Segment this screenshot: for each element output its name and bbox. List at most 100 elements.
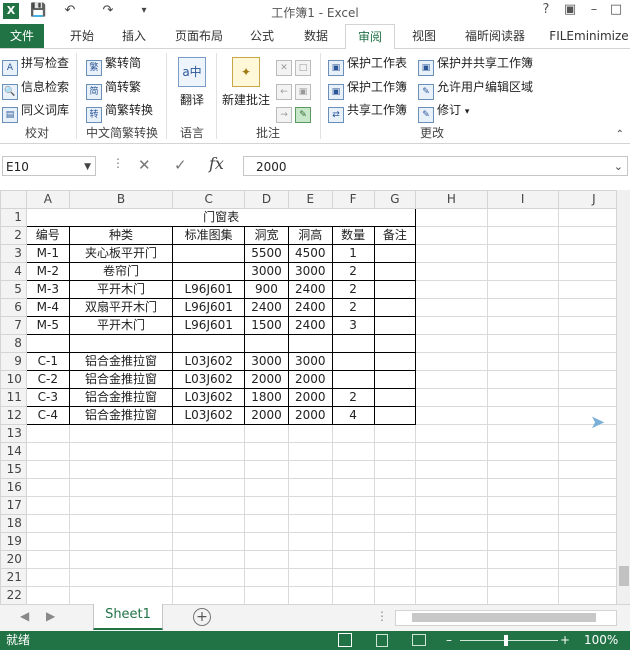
cell[interactable]: M-3: [25, 280, 70, 299]
cell[interactable]: 种类: [68, 226, 174, 245]
cell[interactable]: 数量: [331, 226, 375, 245]
column-header[interactable]: A: [25, 190, 70, 209]
row-header[interactable]: 16: [0, 478, 27, 497]
row-header[interactable]: 14: [0, 442, 27, 461]
column-header[interactable]: C: [172, 190, 246, 209]
cell[interactable]: 卷帘门: [68, 262, 174, 281]
column-header[interactable]: H: [415, 190, 488, 209]
cell[interactable]: [244, 550, 289, 569]
cell[interactable]: [415, 316, 488, 335]
cell[interactable]: [486, 406, 559, 425]
cell[interactable]: [172, 424, 246, 443]
cell[interactable]: 1800: [244, 388, 289, 407]
tab-fileminimizer[interactable]: FILEminimize: [548, 24, 630, 48]
cell[interactable]: [373, 442, 417, 461]
cell[interactable]: [244, 478, 289, 497]
cell[interactable]: [415, 244, 488, 263]
cell[interactable]: L03J602: [172, 370, 246, 389]
cell[interactable]: [68, 550, 174, 569]
insert-function-icon[interactable]: fx: [209, 154, 224, 173]
cell[interactable]: [486, 568, 559, 587]
cell[interactable]: 2000: [287, 370, 333, 389]
cell[interactable]: [287, 532, 333, 551]
cell[interactable]: L03J602: [172, 388, 246, 407]
cell[interactable]: [373, 298, 417, 317]
cell[interactable]: 2: [331, 262, 375, 281]
cell[interactable]: [373, 586, 417, 604]
cell[interactable]: 1: [331, 244, 375, 263]
cell[interactable]: 洞高: [287, 226, 333, 245]
cell[interactable]: 900: [244, 280, 289, 299]
cancel-icon[interactable]: ✕: [138, 156, 151, 174]
cell[interactable]: [415, 496, 488, 515]
cell[interactable]: C-4: [25, 406, 70, 425]
cell[interactable]: [172, 550, 246, 569]
cell[interactable]: [331, 370, 375, 389]
cell[interactable]: [331, 478, 375, 497]
cell[interactable]: 2: [331, 280, 375, 299]
cell[interactable]: [244, 424, 289, 443]
cell[interactable]: [373, 316, 417, 335]
cell[interactable]: [415, 280, 488, 299]
cell[interactable]: 铝合金推拉窗: [68, 370, 174, 389]
enter-icon[interactable]: ✓: [174, 156, 187, 174]
tab-data[interactable]: 数据: [298, 24, 334, 48]
cell[interactable]: [373, 334, 417, 353]
row-header[interactable]: 10: [0, 370, 27, 389]
cell[interactable]: 2000: [287, 388, 333, 407]
cell[interactable]: [415, 586, 488, 604]
cell[interactable]: [25, 586, 70, 604]
row-header[interactable]: 11: [0, 388, 27, 407]
cell[interactable]: [331, 352, 375, 371]
traditional-to-simplified-button[interactable]: 繁繁转简: [86, 53, 141, 76]
protect-workbook-button[interactable]: ▣ 保护工作簿: [328, 77, 407, 100]
cell[interactable]: [373, 514, 417, 533]
cell[interactable]: [287, 442, 333, 461]
row-header[interactable]: 6: [0, 298, 27, 317]
cell[interactable]: 2400: [287, 280, 333, 299]
column-header[interactable]: I: [486, 190, 559, 209]
cell[interactable]: [25, 532, 70, 551]
cell[interactable]: [287, 586, 333, 604]
cell[interactable]: 铝合金推拉窗: [68, 388, 174, 407]
cell[interactable]: 2400: [244, 298, 289, 317]
translate-button[interactable]: a中 翻译: [174, 57, 210, 108]
cell[interactable]: [486, 442, 559, 461]
cell[interactable]: [373, 496, 417, 515]
cell[interactable]: 洞宽: [244, 226, 289, 245]
cell[interactable]: [68, 424, 174, 443]
cell[interactable]: [244, 514, 289, 533]
cell[interactable]: [415, 460, 488, 479]
tab-file[interactable]: 文件: [0, 24, 44, 48]
scroll-sheets-right-icon[interactable]: ▶: [46, 609, 55, 623]
select-all-corner[interactable]: [0, 190, 27, 209]
row-header[interactable]: 12: [0, 406, 27, 425]
thesaurus-button[interactable]: ▤ 同义词库: [2, 100, 69, 123]
cell[interactable]: [172, 244, 246, 263]
cell[interactable]: 夹心板平开门: [68, 244, 174, 263]
cell[interactable]: 4: [331, 406, 375, 425]
cell[interactable]: [415, 352, 488, 371]
cell[interactable]: 编号: [25, 226, 70, 245]
research-button[interactable]: 🔍 信息检索: [2, 77, 69, 100]
cell[interactable]: [172, 532, 246, 551]
cell[interactable]: [172, 586, 246, 604]
cell[interactable]: [331, 586, 375, 604]
cell[interactable]: [415, 442, 488, 461]
vertical-scroll-thumb[interactable]: [619, 566, 629, 586]
row-header[interactable]: 2: [0, 226, 27, 245]
cell[interactable]: [373, 262, 417, 281]
cell[interactable]: [68, 478, 174, 497]
cell[interactable]: [172, 262, 246, 281]
cell[interactable]: [172, 568, 246, 587]
cell[interactable]: [415, 388, 488, 407]
cell[interactable]: [415, 262, 488, 281]
cell[interactable]: [244, 442, 289, 461]
row-header[interactable]: 8: [0, 334, 27, 353]
cell[interactable]: [415, 550, 488, 569]
cell[interactable]: [373, 424, 417, 443]
cell[interactable]: [68, 334, 174, 353]
cell[interactable]: 1500: [244, 316, 289, 335]
cell[interactable]: [68, 514, 174, 533]
cell[interactable]: [25, 442, 70, 461]
